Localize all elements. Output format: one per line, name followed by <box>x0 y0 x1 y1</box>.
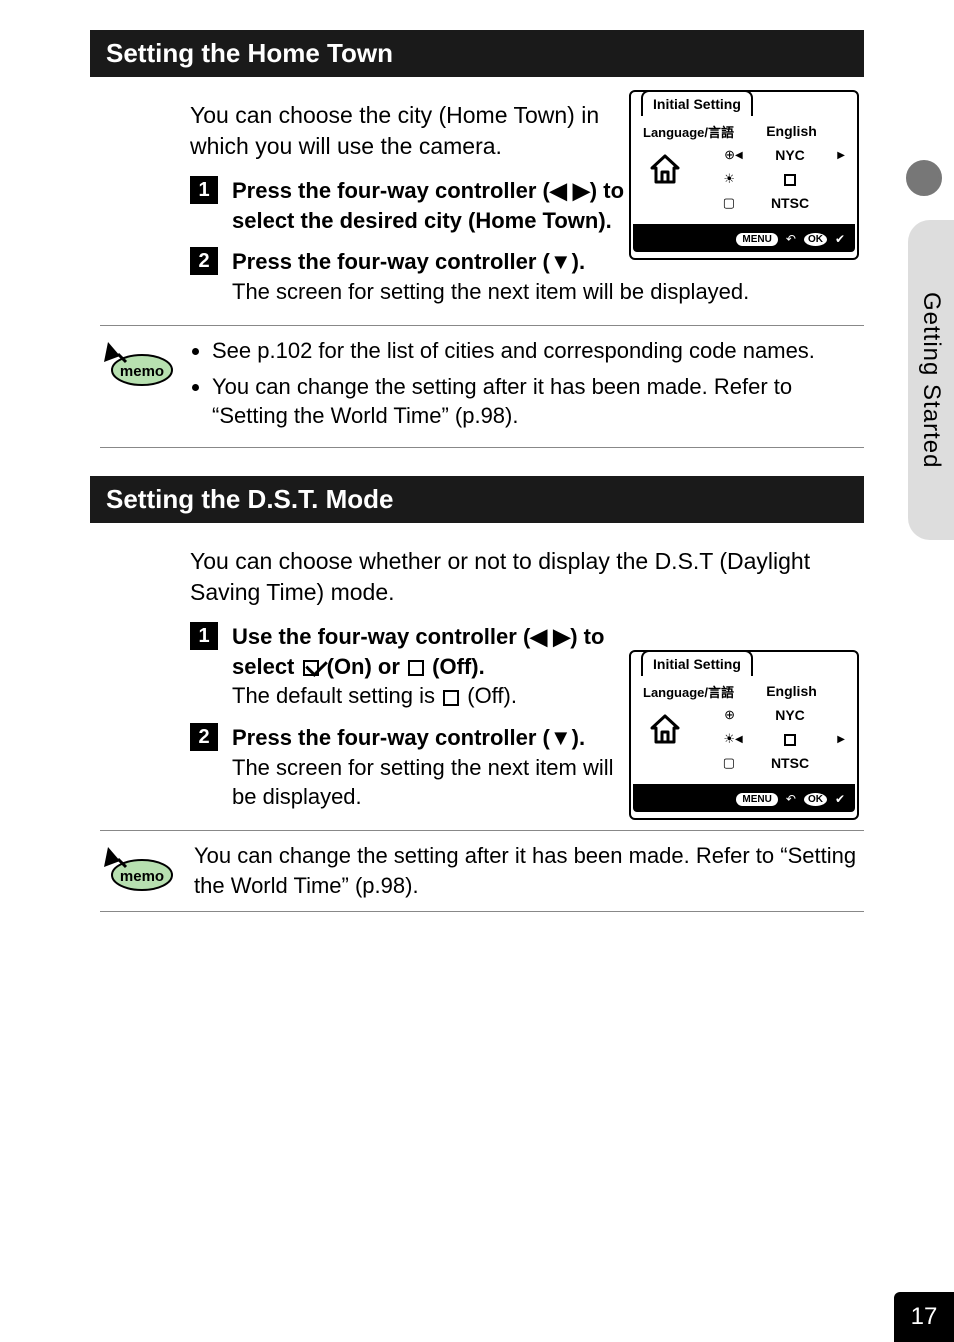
section-1-intro: You can choose the city (Home Town) in w… <box>190 100 620 162</box>
svg-text:memo: memo <box>120 363 164 380</box>
section-2-header: Setting the D.S.T. Mode <box>90 476 864 523</box>
video-icon: ▢ <box>687 195 735 211</box>
back-arrow-icon: ↶ <box>786 232 796 246</box>
step-number-1b: 1 <box>190 622 218 650</box>
ok-pill: OK <box>804 233 827 246</box>
lang-value: English <box>752 123 831 139</box>
step-number-2b: 2 <box>190 723 218 751</box>
section-2-step-1c: (Off). <box>426 654 485 679</box>
section-indicator-circle <box>906 160 942 196</box>
section-1-step-2-body: The screen for setting the next item wil… <box>232 279 749 304</box>
home-icon-2 <box>648 712 682 746</box>
check-icon-2: ✔ <box>835 792 845 806</box>
lang-label: Language/言語 <box>643 122 738 141</box>
step-number-2: 2 <box>190 247 218 275</box>
memo-icon-2: memo <box>100 841 176 893</box>
page-number: 17 <box>894 1292 954 1342</box>
dst-off-box <box>749 171 831 187</box>
section-2-step-2-bold: Press the four-way controller (▼). <box>232 725 585 750</box>
memo-icon: memo <box>100 336 176 388</box>
screen-footer-1: MENU ↶ OK ✔ <box>633 224 855 252</box>
screen-footer-2: MENU ↶ OK ✔ <box>633 784 855 812</box>
video-value: NTSC <box>749 195 831 211</box>
menu-pill: MENU <box>736 233 777 246</box>
arrow-right-icon-2: ▶ <box>831 734 845 745</box>
section-2-step-1-body-a: The default setting is <box>232 683 441 708</box>
lcd-screen-diagram-1: Initial Setting Language/言語 English ⊕ ◀ <box>629 90 859 260</box>
city-value: NYC <box>749 147 831 163</box>
lang-label-2: Language/言語 <box>643 682 738 701</box>
checkbox-off-icon <box>408 660 424 676</box>
side-tab-label-box: Getting Started <box>908 220 954 540</box>
section-2-step-1b: (On) or <box>321 654 407 679</box>
section-1-header: Setting the Home Town <box>90 30 864 77</box>
globe-icon: ⊕ <box>687 147 735 163</box>
svg-text:memo: memo <box>120 868 164 885</box>
side-tab-label: Getting Started <box>917 292 945 468</box>
city-value-2: NYC <box>749 707 831 723</box>
step-number-1: 1 <box>190 176 218 204</box>
checkbox-off-icon-2 <box>443 690 459 706</box>
globe-icon-2: ⊕ <box>687 707 735 723</box>
ok-pill-2: OK <box>804 793 827 806</box>
lcd-screen-diagram-2: Initial Setting Language/言語 English ⊕ <box>629 650 859 820</box>
section-2-intro: You can choose whether or not to display… <box>190 546 854 608</box>
video-icon-2: ▢ <box>687 755 735 771</box>
section-2-step-2-body: The screen for setting the next item wil… <box>232 755 614 810</box>
screen-tab-2: Initial Setting <box>641 650 753 676</box>
back-arrow-icon-2: ↶ <box>786 792 796 806</box>
memo-1-item-2: You can change the setting after it has … <box>212 372 864 431</box>
lang-value-2: English <box>752 683 831 699</box>
side-tab: Getting Started <box>894 160 954 550</box>
arrow-left-icon-2: ◀ <box>735 734 749 745</box>
check-icon: ✔ <box>835 232 845 246</box>
memo-2-text: You can change the setting after it has … <box>194 841 864 900</box>
checkbox-on-icon <box>303 660 319 676</box>
memo-list-1: See p.102 for the list of cities and cor… <box>194 336 864 437</box>
sun-icon: ☀ <box>687 171 735 187</box>
home-icon <box>648 152 682 186</box>
section-1-step-1: Press the four-way controller (◀ ▶) to s… <box>232 178 624 233</box>
arrow-left-icon: ◀ <box>735 150 749 161</box>
menu-pill-2: MENU <box>736 793 777 806</box>
memo-1-item-1: See p.102 for the list of cities and cor… <box>212 336 864 366</box>
video-value-2: NTSC <box>749 755 831 771</box>
section-2-step-1-body-b: (Off). <box>461 683 517 708</box>
screen-tab-1: Initial Setting <box>641 90 753 116</box>
section-1-step-2-bold: Press the four-way controller (▼). <box>232 249 585 274</box>
arrow-right-icon: ▶ <box>831 150 845 161</box>
dst-off-box-2 <box>749 731 831 747</box>
sun-icon-2: ☀ <box>687 731 735 747</box>
